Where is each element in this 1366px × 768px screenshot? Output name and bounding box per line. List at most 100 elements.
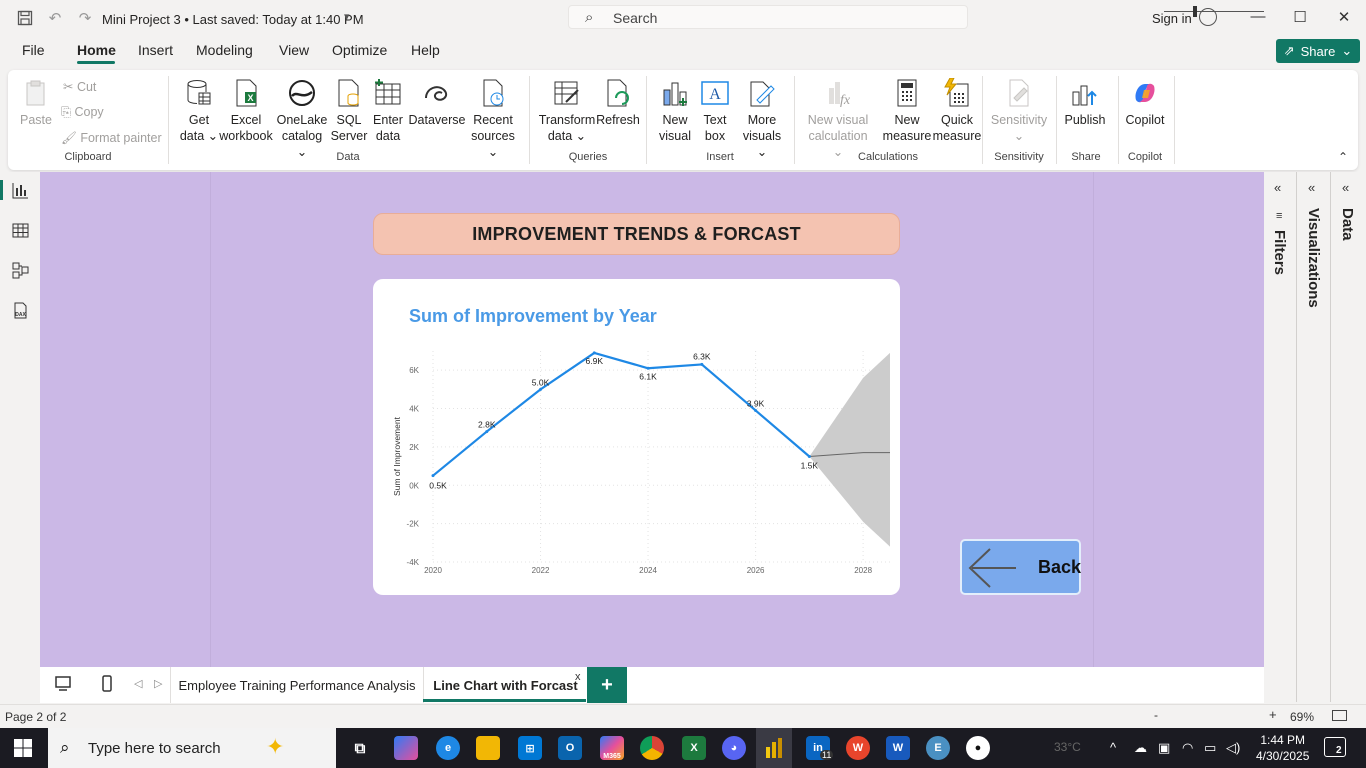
zoom-slider-thumb[interactable] [1193, 6, 1197, 17]
y-tick-label: 6K [409, 366, 419, 375]
menu-insert[interactable]: Insert [138, 42, 173, 58]
zoom-in-icon[interactable]: + [1269, 707, 1277, 722]
menu-help[interactable]: Help [411, 42, 440, 58]
enter-data-button[interactable]: Enter data [370, 78, 406, 144]
discord-icon[interactable]: ◕ [722, 736, 746, 760]
refresh-icon [607, 79, 629, 107]
excel-app-icon[interactable]: X [682, 736, 706, 760]
line-chart-visual[interactable]: Sum of Improvement by Year -4K -2K 0K 2K 4K 6… [373, 279, 900, 595]
page-tab-line-chart[interactable]: Line Chart with Forcast [423, 667, 587, 703]
document-title[interactable]: Mini Project 3 • Last saved: Today at 1:… [102, 12, 364, 27]
report-view-icon[interactable] [12, 182, 29, 199]
chevron-left-icon[interactable]: « [1308, 180, 1315, 195]
m365-icon[interactable]: M365 [600, 736, 624, 760]
refresh-button[interactable]: Refresh [596, 78, 640, 128]
paste-button[interactable]: Paste [18, 78, 54, 128]
task-view-icon[interactable]: ⧉ [348, 736, 372, 760]
clock-time: 1:44 PM [1260, 733, 1306, 747]
maximize-icon[interactable]: ☐ [1290, 8, 1310, 26]
close-icon[interactable]: ✕ [1334, 8, 1354, 26]
store-icon[interactable]: ⊞ [518, 736, 542, 760]
dataverse-button[interactable]: Dataverse [408, 78, 466, 128]
more-visuals-button[interactable]: More visuals ⌄ [738, 78, 786, 160]
sensitivity-button[interactable]: Sensitivity ⌄ [988, 78, 1050, 144]
chevron-left-icon[interactable]: « [1274, 180, 1281, 195]
power-bi-taskbar-button[interactable] [756, 728, 792, 768]
chrome-icon[interactable] [640, 736, 664, 760]
format-painter-button[interactable]: 🖌 Format painter [61, 131, 162, 146]
meet-icon[interactable]: ▣ [1158, 740, 1170, 756]
chevron-left-icon[interactable]: « [1342, 180, 1349, 195]
next-page-icon[interactable]: ▷ [154, 677, 162, 690]
weather-temp[interactable]: 33°C [1054, 740, 1081, 754]
page-tab-employee-training[interactable]: Employee Training Performance Analysis [170, 667, 423, 703]
word-icon[interactable]: W [886, 736, 910, 760]
menu-modeling[interactable]: Modeling [196, 42, 253, 58]
model-view-icon[interactable] [12, 262, 29, 279]
share-button[interactable]: ⇗ Share ⌄ [1276, 39, 1360, 63]
previous-page-icon[interactable]: ◁ [134, 677, 142, 690]
copilot-button[interactable]: Copilot [1120, 78, 1170, 128]
text-box-button[interactable]: A Text box [696, 78, 734, 144]
edge-icon[interactable]: e [436, 736, 460, 760]
menu-file[interactable]: File [22, 42, 45, 58]
onelake-catalog-button[interactable]: OneLake catalog ⌄ [276, 78, 328, 160]
chevron-up-icon[interactable]: ⌃ [1338, 150, 1348, 164]
excel-workbook-button[interactable]: X Excel workbook [218, 78, 274, 144]
function-icon: fx [829, 82, 851, 108]
desktop-layout-icon[interactable] [54, 675, 72, 696]
excel-icon: X [236, 79, 257, 107]
data-pane-tab[interactable]: Data [1339, 208, 1356, 241]
wifi-icon[interactable]: ◠ [1182, 740, 1193, 756]
table-view-icon[interactable] [12, 222, 29, 239]
chevron-up-icon[interactable]: ^ [1110, 740, 1116, 755]
new-measure-button[interactable]: New measure [882, 78, 932, 144]
taskbar-search-input[interactable]: ⌕ Type here to search ✦ [48, 728, 336, 768]
zoom-level[interactable]: 69% [1290, 710, 1314, 724]
sign-in-link[interactable]: Sign in [1152, 11, 1192, 26]
sql-server-button[interactable]: SQL Server [330, 78, 368, 144]
add-page-button[interactable]: + [587, 667, 627, 703]
wps-icon[interactable]: W [846, 736, 870, 760]
menu-optimize[interactable]: Optimize [332, 42, 387, 58]
app-icon[interactable]: E [926, 736, 950, 760]
dax-query-view-icon[interactable]: DAX [12, 302, 29, 319]
windows-start-icon[interactable] [14, 739, 32, 757]
undo-icon[interactable]: ↶ [46, 9, 64, 27]
ribbon-divider [794, 76, 795, 164]
github-icon[interactable]: ● [966, 736, 990, 760]
cloud-icon[interactable]: ☁ [1134, 740, 1147, 756]
notifications-icon[interactable] [1324, 737, 1346, 757]
outlook-icon[interactable]: O [558, 736, 582, 760]
report-title-banner[interactable]: IMPROVEMENT TRENDS & FORCAST [373, 213, 900, 255]
zoom-slider[interactable] [1164, 11, 1264, 12]
zoom-out-icon[interactable]: - [1154, 708, 1158, 722]
more-visuals-icon [750, 81, 775, 107]
new-visual-calculation-button[interactable]: fx New visual calculation ⌄ [804, 78, 872, 160]
publish-button[interactable]: Publish [1060, 78, 1110, 128]
save-icon[interactable] [16, 9, 34, 27]
search-input[interactable]: ⌕ Search [568, 5, 968, 29]
get-data-button[interactable]: Get data ⌄ [176, 78, 222, 144]
quick-measure-button[interactable]: Quick measure [932, 78, 982, 144]
copilot-app-icon[interactable] [394, 736, 418, 760]
menu-view[interactable]: View [279, 42, 309, 58]
transform-data-button[interactable]: Transform data ⌄ [538, 78, 596, 144]
clock[interactable]: 1:44 PM 4/30/2025 [1256, 732, 1309, 764]
close-tab-icon[interactable]: x [575, 671, 581, 683]
fit-to-page-icon[interactable] [1332, 710, 1347, 721]
back-button[interactable]: Back [960, 539, 1081, 595]
recent-sources-button[interactable]: Recent sources ⌄ [466, 78, 520, 160]
copy-button[interactable]: ⎘ Copy [61, 105, 104, 120]
mobile-layout-icon[interactable] [100, 675, 114, 696]
chevron-down-icon[interactable]: ▾ [344, 10, 350, 23]
battery-icon[interactable]: ▭ [1204, 740, 1216, 756]
volume-icon[interactable]: ◁) [1226, 740, 1240, 756]
visualizations-pane-tab[interactable]: Visualizations [1305, 208, 1322, 308]
cut-button[interactable]: ✂ Cut [63, 79, 96, 94]
menu-home[interactable]: Home [77, 42, 116, 58]
file-explorer-icon[interactable] [476, 736, 500, 760]
new-visual-button[interactable]: New visual [656, 78, 694, 144]
redo-icon[interactable]: ↷ [76, 9, 94, 27]
filters-pane-tab[interactable]: Filters [1271, 230, 1288, 275]
